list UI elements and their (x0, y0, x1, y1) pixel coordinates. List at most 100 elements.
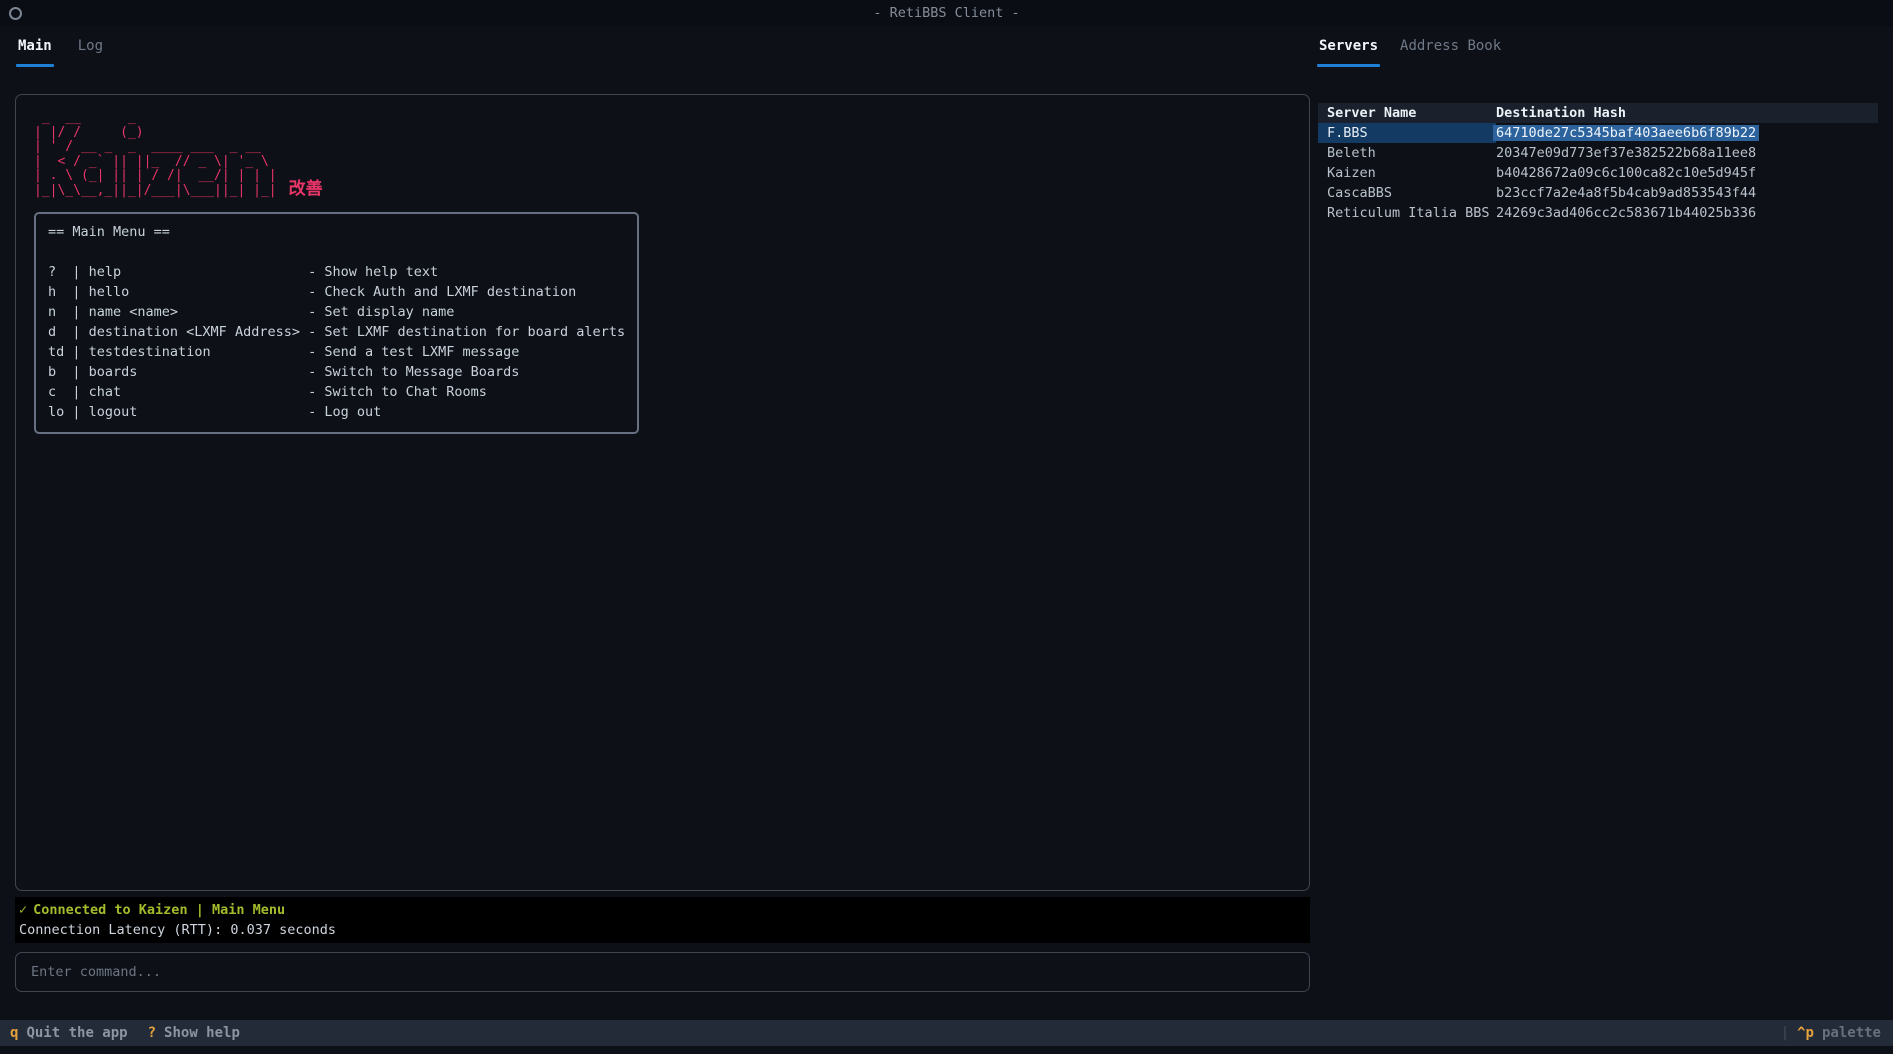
window-title: - RetiBBS Client - (0, 5, 1893, 21)
menu-dash: - (308, 402, 316, 422)
bottom-strip (0, 1046, 1893, 1054)
menu-dash: - (308, 382, 316, 402)
menu-separator: | (72, 402, 80, 422)
menu-item-key: td (48, 342, 64, 362)
help-key: ? (148, 1025, 156, 1041)
footer-palette-area: | ^p palette (1781, 1025, 1881, 1041)
menu-separator: | (72, 382, 80, 402)
menu-item-command: logout (89, 402, 308, 422)
footer-separator: | (1781, 1025, 1789, 1041)
servers-table-header: Server Name Destination Hash (1318, 103, 1878, 123)
server-hash: b40428672a09c6c100ca82c10e5d945f (1496, 165, 1756, 181)
menu-item-key: d (48, 322, 64, 342)
menu-item-description: Set LXMF destination for board alerts (324, 322, 625, 342)
menu-item-logout: lo | logout - Log out (48, 402, 625, 422)
window-titlebar: - RetiBBS Client - (0, 0, 1893, 26)
menu-item-description: Set display name (324, 302, 454, 322)
menu-dash: - (308, 362, 316, 382)
footer-quit-shortcut[interactable]: q Quit the app (10, 1025, 128, 1041)
quit-label: Quit the app (26, 1025, 127, 1041)
server-row-cascabbs[interactable]: CascaBBS b23ccf7a2e4a8f5b4cab9ad853543f4… (1318, 183, 1878, 203)
content-area: _ __ _ | |/ / (_) | ' / __ _ _ ____ ___ … (0, 72, 1893, 1020)
servers-panel: Server Name Destination Hash F.BBS 64710… (1318, 94, 1878, 1020)
menu-item-key: h (48, 282, 64, 302)
tab-log[interactable]: Log (76, 26, 105, 72)
menu-separator: | (72, 342, 80, 362)
menu-item-testdestination: td | testdestination - Send a test LXMF … (48, 342, 625, 362)
menu-separator: | (72, 262, 80, 282)
main-output-panel: _ __ _ | |/ / (_) | ' / __ _ _ ____ ___ … (15, 94, 1310, 891)
quit-key: q (10, 1025, 18, 1041)
footer-bar: q Quit the app ? Show help | ^p palette (0, 1020, 1893, 1046)
server-row-kaizen[interactable]: Kaizen b40428672a09c6c100ca82c10e5d945f (1318, 163, 1878, 183)
server-hash: 20347e09d773ef37e382522b68a11ee8 (1496, 145, 1756, 161)
menu-dash: - (308, 262, 316, 282)
menu-item-description: Check Auth and LXMF destination (324, 282, 576, 302)
server-row-reticulum-italia[interactable]: Reticulum Italia BBS 24269c3ad406cc2c583… (1318, 203, 1878, 223)
latency-text: Connection Latency (RTT): 0.037 seconds (19, 920, 1306, 940)
connection-status-text: Connected to Kaizen | Main Menu (33, 902, 285, 918)
menu-separator: | (72, 362, 80, 382)
menu-item-description: Switch to Message Boards (324, 362, 519, 382)
status-bar: ✓Connected to Kaizen | Main Menu Connect… (15, 897, 1310, 943)
menu-item-command: name <name> (89, 302, 308, 322)
connection-status-line: ✓Connected to Kaizen | Main Menu (19, 900, 1306, 920)
menu-dash: - (308, 342, 316, 362)
menu-item-name: n | name <name> - Set display name (48, 302, 625, 322)
server-hash: b23ccf7a2e4a8f5b4cab9ad853543f44 (1496, 185, 1756, 201)
menu-item-boards: b | boards - Switch to Message Boards (48, 362, 625, 382)
server-name: CascaBBS (1327, 185, 1392, 201)
menu-item-chat: c | chat - Switch to Chat Rooms (48, 382, 625, 402)
tab-bar: Main Log Servers Address Book (0, 26, 1893, 72)
tab-servers[interactable]: Servers (1317, 26, 1380, 72)
menu-item-key: n (48, 302, 64, 322)
menu-item-command: hello (89, 282, 308, 302)
menu-separator: | (72, 302, 80, 322)
kaizen-kanji: 改善 (289, 181, 323, 198)
tab-address-book[interactable]: Address Book (1398, 26, 1503, 72)
menu-item-destination: d | destination <LXMF Address> - Set LXM… (48, 322, 625, 342)
server-hash: 24269c3ad406cc2c583671b44025b336 (1496, 205, 1756, 221)
palette-key: ^p (1797, 1025, 1814, 1041)
menu-dash: - (308, 322, 316, 342)
server-tabs: Servers Address Book (1317, 26, 1877, 72)
help-label: Show help (164, 1025, 240, 1041)
menu-item-command: testdestination (89, 342, 308, 362)
main-tabs: Main Log (16, 26, 1309, 72)
footer-palette-shortcut[interactable]: ^p palette (1797, 1025, 1881, 1041)
palette-label: palette (1822, 1025, 1881, 1041)
menu-item-command: help (89, 262, 308, 282)
server-name: F.BBS (1327, 125, 1368, 141)
menu-item-description: Log out (324, 402, 381, 422)
server-name: Kaizen (1327, 165, 1376, 181)
menu-item-command: chat (89, 382, 308, 402)
footer-help-shortcut[interactable]: ? Show help (148, 1025, 240, 1041)
menu-item-hello: h | hello - Check Auth and LXMF destinat… (48, 282, 625, 302)
menu-item-key: c (48, 382, 64, 402)
menu-item-description: Show help text (324, 262, 438, 282)
tab-main[interactable]: Main (16, 26, 54, 72)
retibbs-client-window: - RetiBBS Client - Main Log Servers Addr… (0, 0, 1893, 1054)
server-row-fbbs[interactable]: F.BBS 64710de27c5345baf403aee6b6f89b22 (1318, 123, 1878, 143)
server-row-beleth[interactable]: Beleth 20347e09d773ef37e382522b68a11ee8 (1318, 143, 1878, 163)
server-name: Beleth (1327, 145, 1376, 161)
column-header-destination-hash: Destination Hash (1496, 103, 1878, 123)
menu-dash: - (308, 302, 316, 322)
menu-item-description: Send a test LXMF message (324, 342, 519, 362)
menu-item-command: boards (89, 362, 308, 382)
menu-item-key: b (48, 362, 64, 382)
column-header-server-name: Server Name (1318, 103, 1496, 123)
main-menu-box: == Main Menu == ? | help - Show help tex… (34, 212, 639, 434)
menu-dash: - (308, 282, 316, 302)
menu-separator: | (72, 282, 80, 302)
menu-item-help: ? | help - Show help text (48, 262, 625, 282)
menu-item-description: Switch to Chat Rooms (324, 382, 487, 402)
command-input[interactable] (15, 952, 1310, 992)
kaizen-logo: _ __ _ | |/ / (_) | ' / __ _ _ ____ ___ … (34, 111, 1291, 198)
footer-shortcuts: q Quit the app ? Show help (10, 1025, 240, 1041)
menu-item-key: ? (48, 262, 64, 282)
menu-item-key: lo (48, 402, 64, 422)
main-menu-title: == Main Menu == (48, 222, 625, 242)
menu-item-command: destination <LXMF Address> (89, 322, 308, 342)
kaizen-ascii-art: _ __ _ | |/ / (_) | ' / __ _ _ ____ ___ … (34, 111, 277, 198)
